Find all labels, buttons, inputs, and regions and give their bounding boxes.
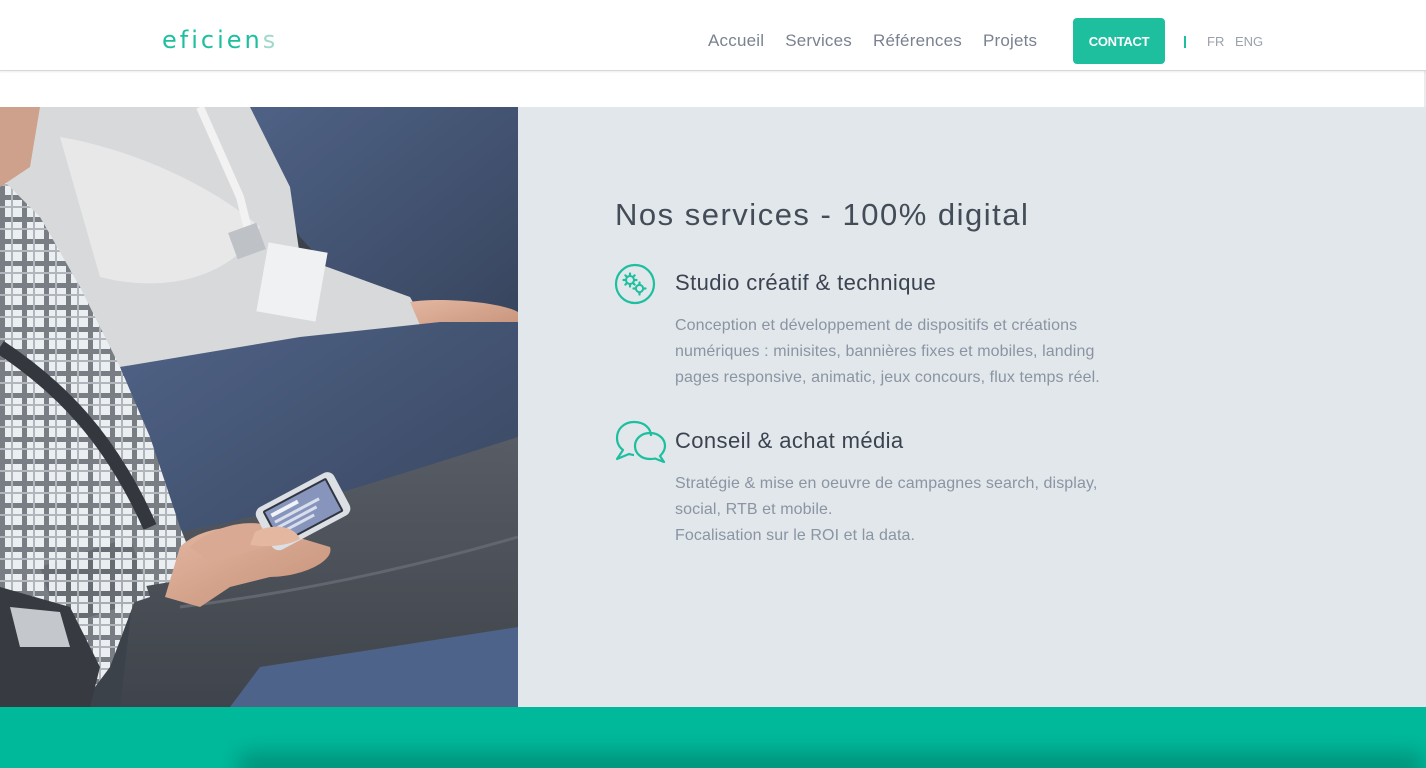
service-desc-line: Conception et développement de dispositi… xyxy=(675,317,1078,334)
hero-photo xyxy=(0,107,518,707)
lang-fr-link[interactable]: FR xyxy=(1207,34,1224,49)
services-section: Nos services - 100% digital Studio créat… xyxy=(518,107,1426,707)
nav-separator xyxy=(1184,36,1186,48)
service-desc-line: Focalisation sur le ROI et la data. xyxy=(675,527,916,544)
logo-text: eficien xyxy=(162,26,263,54)
gears-icon xyxy=(614,263,656,310)
service-title-studio: Studio créatif & technique xyxy=(675,270,937,295)
lang-en-link[interactable]: ENG xyxy=(1235,34,1263,49)
nav-projets[interactable]: Projets xyxy=(983,30,1037,52)
service-desc-line: social, RTB et mobile. xyxy=(675,501,833,518)
logo-text-fade: s xyxy=(262,26,279,54)
service-desc-media: Stratégie & mise en oeuvre de campagnes … xyxy=(675,471,1145,549)
nav-accueil[interactable]: Accueil xyxy=(708,30,764,52)
contact-button[interactable]: CONTACT xyxy=(1073,18,1165,64)
chat-bubbles-icon xyxy=(614,419,668,470)
hero-photo-illustration xyxy=(0,107,518,707)
service-desc-studio: Conception et développement de dispositi… xyxy=(675,313,1145,391)
services-heading: Nos services - 100% digital xyxy=(615,197,1030,232)
site-header: eficiens Accueil Services Références Pro… xyxy=(0,0,1426,71)
logo[interactable]: eficiens xyxy=(162,26,278,54)
service-desc-line: numériques : minisites, bannières fixes … xyxy=(675,343,1095,360)
nav-services[interactable]: Services xyxy=(785,30,852,52)
page: eficiens Accueil Services Références Pro… xyxy=(0,0,1426,768)
nav-references[interactable]: Références xyxy=(873,30,962,52)
service-desc-line: pages responsive, animatic, jeux concour… xyxy=(675,369,1100,386)
main-nav: Accueil Services Références Projets xyxy=(708,30,1058,52)
footer-band-shadow xyxy=(236,752,1426,768)
service-title-media: Conseil & achat média xyxy=(675,428,904,453)
service-desc-line: Stratégie & mise en oeuvre de campagnes … xyxy=(675,475,1098,492)
